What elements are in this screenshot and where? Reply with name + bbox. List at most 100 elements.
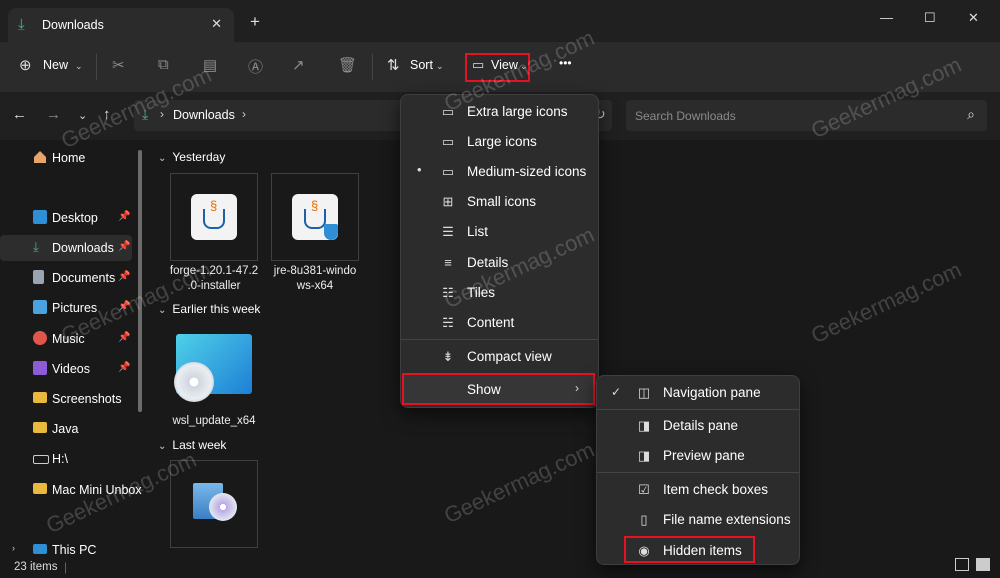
sidebar-item-label: Music bbox=[52, 332, 85, 346]
up-icon[interactable]: ↑ bbox=[103, 106, 111, 123]
group-header-last-week[interactable]: ⌄ Last week bbox=[158, 438, 226, 452]
menu-item-label: Show bbox=[467, 382, 501, 397]
disc-icon bbox=[174, 362, 214, 402]
copy-icon[interactable]: ⧉ bbox=[158, 56, 169, 73]
chevron-down-icon: ⌄ bbox=[158, 153, 167, 164]
menu-item-show[interactable]: Show › bbox=[402, 373, 595, 405]
maximize-button[interactable]: ☐ bbox=[924, 10, 936, 26]
menu-item-file-name-extensions[interactable]: ▯ File name extensions bbox=[597, 506, 799, 534]
breadcrumb[interactable]: Downloads bbox=[173, 108, 235, 122]
pin-icon[interactable]: 📌 bbox=[118, 362, 130, 373]
sidebar-item-desktop[interactable]: Desktop 📌 bbox=[0, 205, 132, 231]
chevron-down-icon: ⌄ bbox=[75, 61, 83, 71]
pin-icon[interactable]: 📌 bbox=[118, 332, 130, 343]
menu-item-large-icons[interactable]: ▭ Large icons bbox=[401, 128, 598, 156]
file-jre-installer[interactable]: § bbox=[271, 173, 359, 261]
file-label: jre-8u381-windo ws-x64 bbox=[273, 265, 357, 292]
details-view-button[interactable] bbox=[955, 558, 969, 571]
delete-icon[interactable]: 🗑 bbox=[338, 56, 357, 74]
menu-item-medium-icons[interactable]: • ▭ Medium-sized icons bbox=[401, 158, 598, 186]
sidebar-item-music[interactable]: Music 📌 bbox=[0, 326, 132, 352]
menu-item-details[interactable]: ≡ Details bbox=[401, 249, 598, 277]
hidden-items-highlight bbox=[624, 536, 755, 563]
compact-icon: ⇟ bbox=[442, 349, 454, 364]
sidebar-item-label: Screenshots bbox=[52, 392, 122, 406]
documents-icon bbox=[33, 270, 44, 284]
menu-item-content[interactable]: ☵ Content bbox=[401, 309, 598, 337]
home-icon bbox=[33, 150, 47, 164]
menu-item-compact-view[interactable]: ⇟ Compact view bbox=[401, 343, 598, 371]
group-header-yesterday[interactable]: ⌄ Yesterday bbox=[158, 150, 225, 164]
chevron-down-icon: ⌄ bbox=[436, 61, 444, 71]
tab-close-button[interactable]: ✕ bbox=[211, 16, 222, 32]
title-bar: ⤓ Downloads ✕ + — ☐ ✕ bbox=[0, 0, 1000, 42]
file-label: forge-1.20.1-47.2 .0-installer bbox=[169, 265, 259, 292]
group-header-earlier-this-week[interactable]: ⌄ Earlier this week bbox=[158, 302, 260, 316]
selected-bullet-icon: • bbox=[417, 162, 422, 177]
divider bbox=[96, 54, 97, 80]
pin-icon[interactable]: 📌 bbox=[118, 211, 130, 222]
sidebar-scrollbar[interactable] bbox=[138, 150, 142, 412]
divider bbox=[372, 54, 373, 80]
shield-icon bbox=[324, 224, 338, 240]
menu-item-details-pane[interactable]: ◨ Details pane bbox=[597, 412, 799, 440]
new-tab-button[interactable]: + bbox=[250, 13, 260, 30]
sidebar-item-downloads[interactable]: ⤓ Downloads 📌 bbox=[0, 235, 132, 261]
sidebar-item-label: Pictures bbox=[52, 301, 98, 315]
file-label: wsl_update_x64 bbox=[172, 415, 256, 427]
search-input[interactable]: Search Downloads bbox=[635, 109, 736, 123]
sidebar-item-java[interactable]: Java bbox=[0, 416, 132, 442]
file-forge-installer[interactable]: § bbox=[170, 173, 258, 261]
paste-icon[interactable]: ▤ bbox=[203, 56, 217, 74]
sidebar-item-mac-mini-unbox[interactable]: Mac Mini Unbox bbox=[0, 477, 142, 503]
sidebar-item-h-drive[interactable]: H:\ bbox=[0, 446, 132, 472]
videos-icon bbox=[33, 361, 47, 375]
sidebar-item-home[interactable]: Home bbox=[0, 145, 132, 171]
cut-icon[interactable]: ✂ bbox=[112, 56, 125, 74]
menu-item-list[interactable]: ☰ List bbox=[401, 218, 598, 246]
status-bar: 23 items | bbox=[0, 558, 1000, 578]
pc-icon bbox=[33, 544, 47, 554]
pane-icon: ◫ bbox=[637, 385, 651, 400]
sidebar-item-documents[interactable]: Documents 📌 bbox=[0, 265, 132, 291]
file-wsl-update[interactable] bbox=[174, 334, 254, 404]
menu-item-preview-pane[interactable]: ◨ Preview pane bbox=[597, 442, 799, 470]
menu-item-navigation-pane[interactable]: ✓ ◫ Navigation pane bbox=[597, 379, 799, 407]
close-button[interactable]: ✕ bbox=[968, 10, 979, 26]
download-icon: ⤓ bbox=[33, 239, 39, 254]
drive-icon bbox=[33, 455, 49, 464]
pin-icon[interactable]: 📌 bbox=[118, 241, 130, 252]
menu-item-tiles[interactable]: ☷ Tiles bbox=[401, 279, 598, 307]
minimize-button[interactable]: — bbox=[880, 10, 893, 25]
java-icon: § bbox=[191, 194, 237, 240]
file-setup[interactable] bbox=[170, 460, 258, 548]
tab-downloads[interactable]: ⤓ Downloads ✕ bbox=[8, 8, 234, 42]
sidebar-item-screenshots[interactable]: Screenshots bbox=[0, 386, 132, 412]
back-icon[interactable]: ← bbox=[12, 106, 27, 123]
more-options-button[interactable]: ••• bbox=[559, 56, 572, 70]
menu-divider bbox=[401, 339, 598, 340]
rename-icon[interactable]: Ⓐ bbox=[248, 56, 263, 77]
menu-item-small-icons[interactable]: ⊞ Small icons bbox=[401, 188, 598, 216]
sidebar-item-label: This PC bbox=[52, 543, 97, 557]
chevron-right-icon[interactable]: › bbox=[12, 543, 15, 553]
desktop-icon bbox=[33, 210, 47, 224]
search-box[interactable]: Search Downloads ⌕ bbox=[626, 100, 987, 131]
pin-icon[interactable]: 📌 bbox=[118, 301, 130, 312]
menu-item-extra-large-icons[interactable]: ▭ Extra large icons bbox=[401, 98, 598, 126]
search-icon: ⌕ bbox=[967, 106, 975, 122]
monitor-icon: ▭ bbox=[441, 104, 455, 119]
tiles-view-button[interactable] bbox=[976, 558, 990, 571]
grid-icon: ⊞ bbox=[442, 194, 454, 209]
new-button[interactable]: New bbox=[43, 58, 68, 72]
sidebar-item-videos[interactable]: Videos 📌 bbox=[0, 356, 132, 382]
forward-icon[interactable]: → bbox=[46, 106, 61, 123]
sort-button[interactable]: Sort bbox=[410, 58, 433, 72]
menu-item-item-check-boxes[interactable]: ☑ Item check boxes bbox=[597, 476, 799, 504]
sidebar-item-label: H:\ bbox=[52, 452, 68, 466]
recent-chevron-icon[interactable]: ⌄ bbox=[78, 109, 87, 122]
download-icon: ⤓ bbox=[142, 106, 149, 122]
pin-icon[interactable]: 📌 bbox=[118, 271, 130, 282]
share-icon[interactable]: ↗ bbox=[292, 56, 305, 74]
sidebar-item-pictures[interactable]: Pictures 📌 bbox=[0, 295, 132, 321]
